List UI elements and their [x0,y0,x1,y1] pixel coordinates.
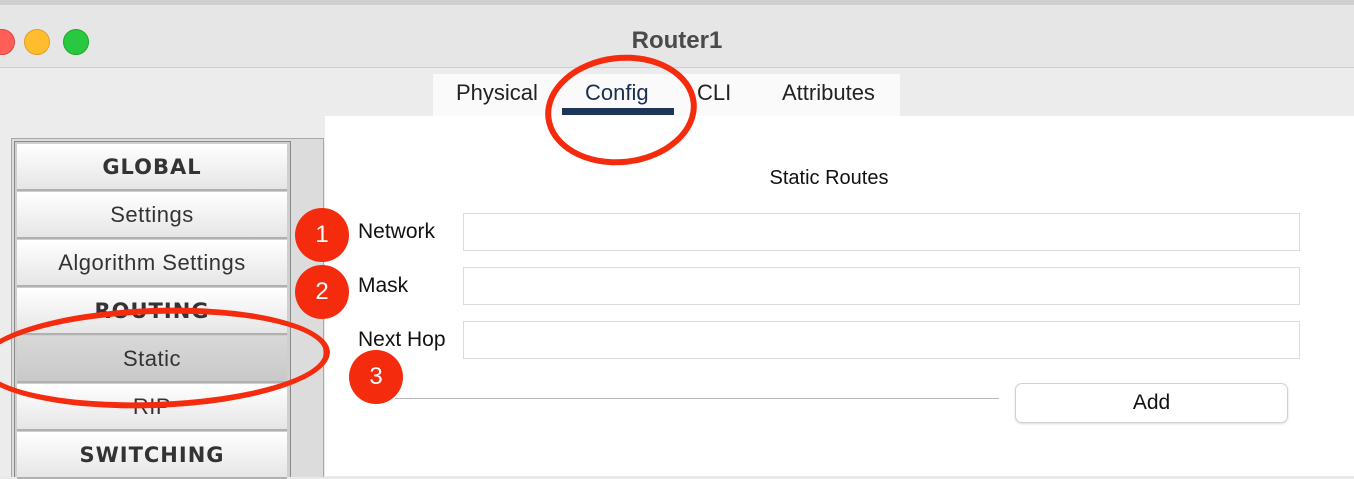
tab-attributes[interactable]: Attributes [782,80,875,106]
network-input[interactable] [463,213,1300,251]
window-title: Router1 [631,27,723,54]
sidebar-header-switching: SWITCHING [17,432,287,479]
annotation-badge-1: 1 [295,208,349,262]
annotation-badge-2: 2 [295,265,349,319]
sidebar-item-algorithm-settings[interactable]: Algorithm Settings [17,240,287,287]
sidebar-item-settings[interactable]: Settings [17,192,287,239]
next-hop-label: Next Hop [358,328,446,351]
network-label: Network [358,220,436,243]
mask-label: Mask [358,274,409,297]
annotation-badge-3: 3 [349,350,403,404]
tab-physical[interactable]: Physical [456,80,538,106]
static-routes-title: Static Routes [769,167,889,189]
next-hop-input[interactable] [463,321,1300,359]
mask-input[interactable] [463,267,1300,305]
window-titlebar: Router1 [0,5,1354,68]
tab-cli[interactable]: CLI [697,80,731,106]
form-divider [395,398,999,399]
add-route-button[interactable]: Add [1015,383,1288,423]
sidebar-header-global: GLOBAL [17,144,287,191]
